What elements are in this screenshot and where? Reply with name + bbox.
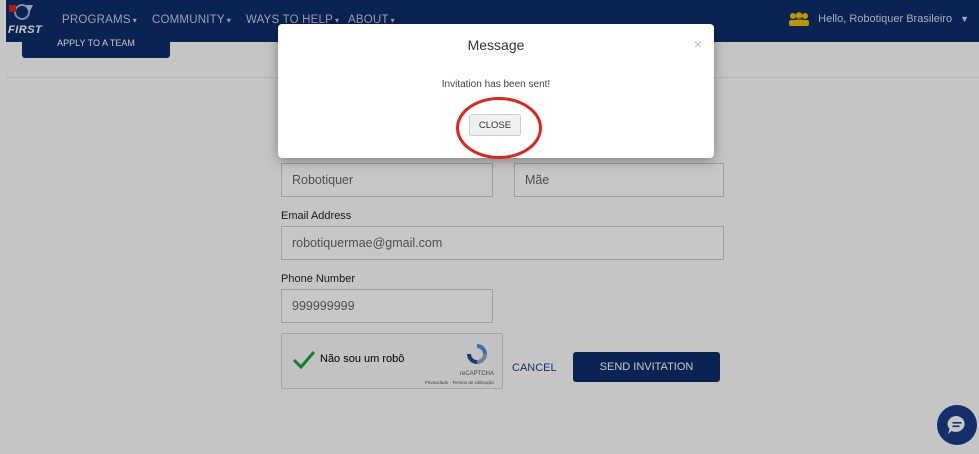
close-icon[interactable]: × (694, 36, 702, 52)
highlight-circle (456, 97, 542, 159)
dialog-message: Invitation has been sent! (441, 79, 551, 90)
dialog-title: Message (467, 37, 525, 53)
